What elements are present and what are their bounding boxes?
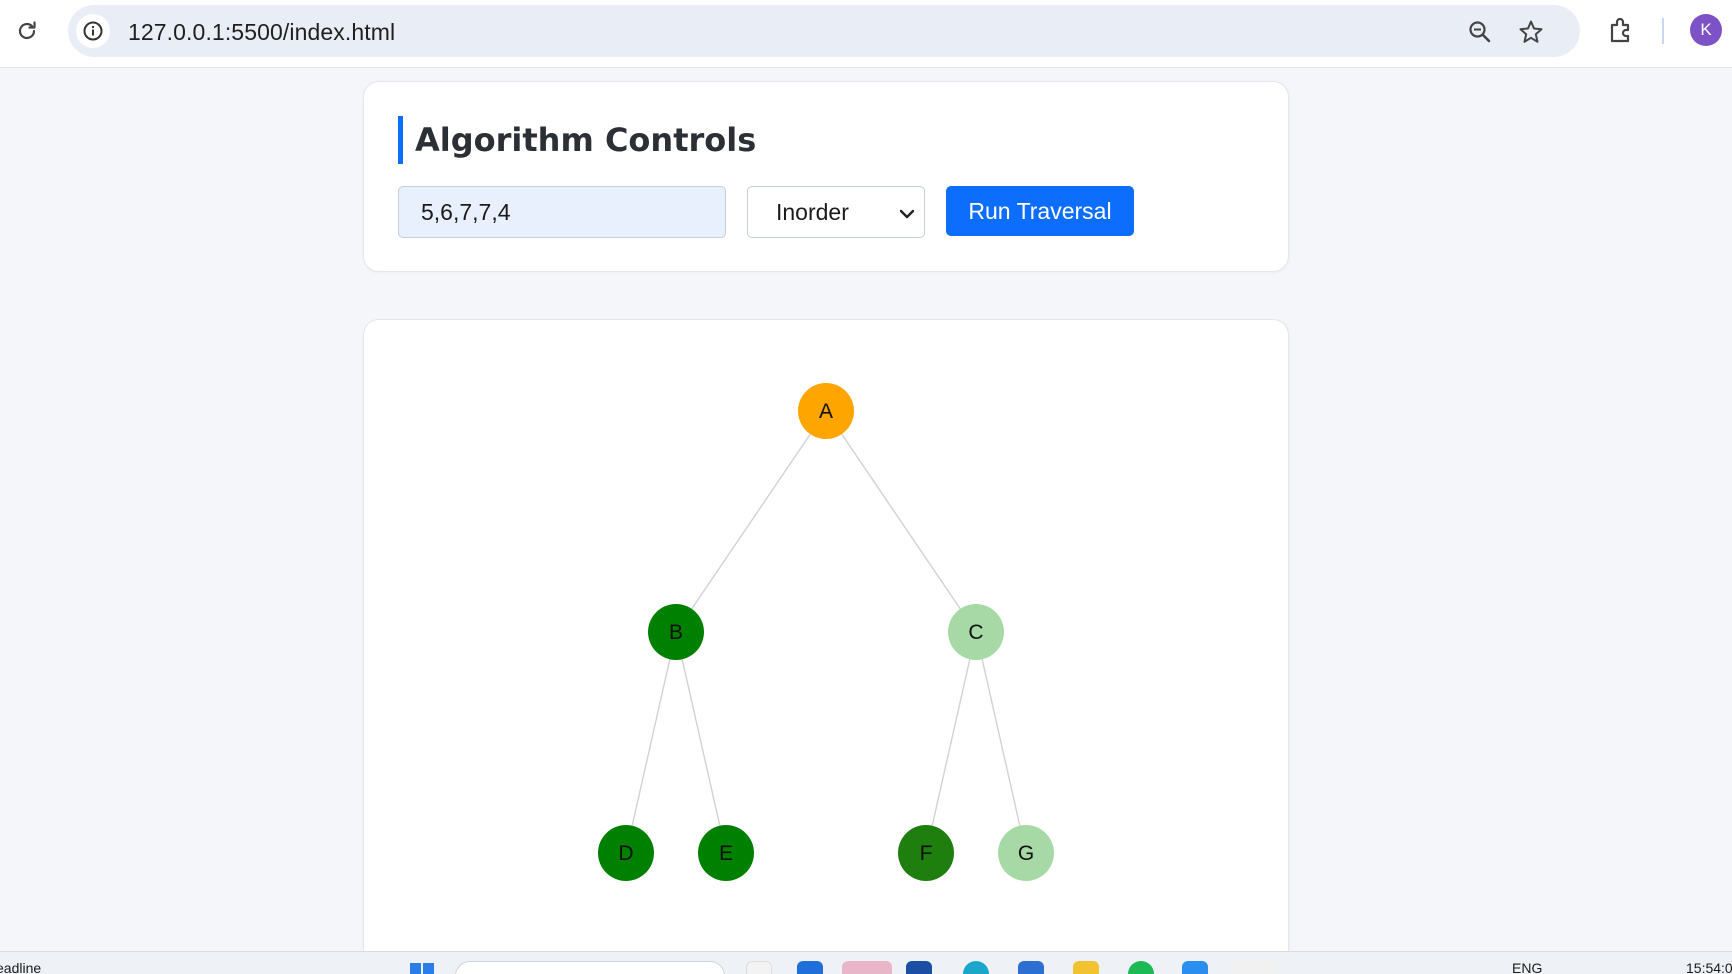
taskbar-edge-icon[interactable] <box>963 961 989 974</box>
tree-node-g[interactable]: G <box>998 825 1054 881</box>
algorithm-controls-card: Algorithm Controls Inorder Run Traversal <box>363 81 1289 272</box>
tree-node-label: D <box>618 842 633 865</box>
taskbar-app-icon[interactable] <box>906 961 932 974</box>
tree-node-label: B <box>669 621 683 644</box>
tree-edge-a-b <box>691 433 811 610</box>
browser-toolbar: 127.0.0.1:5500/index.html K <box>0 0 1732 68</box>
tree-visualization-card: A B C D E F G <box>363 319 1289 974</box>
taskbar-clock[interactable]: 15:54:0 <box>1686 960 1732 974</box>
profile-avatar[interactable]: K <box>1690 14 1722 46</box>
tree-node-label: G <box>1018 842 1034 865</box>
taskbar-chrome-icon[interactable] <box>1230 961 1278 974</box>
url-text[interactable]: 127.0.0.1:5500/index.html <box>128 19 395 46</box>
tree-edge-b-d <box>631 659 671 826</box>
tree-node-a[interactable]: A <box>798 383 854 439</box>
taskbar-folder-icon[interactable] <box>1073 961 1099 974</box>
site-info-icon[interactable] <box>76 14 110 48</box>
binary-tree-canvas: A B C D E F G <box>598 383 1054 881</box>
taskbar-app-icon[interactable] <box>797 961 823 974</box>
tree-edge-b-e <box>681 659 721 826</box>
tree-edge-a-c <box>841 433 961 610</box>
sequence-input[interactable] <box>398 186 726 238</box>
tree-node-d[interactable]: D <box>598 825 654 881</box>
tree-edge-c-f <box>931 659 971 826</box>
windows-start-icon[interactable] <box>408 961 436 974</box>
bookmark-star-icon[interactable] <box>1517 18 1545 46</box>
tree-node-label: C <box>968 621 983 644</box>
taskbar-language[interactable]: ENG <box>1512 960 1542 974</box>
traversal-order-selected: Inorder <box>776 199 849 225</box>
tree-node-label: F <box>920 842 933 865</box>
tree-edge-c-g <box>981 659 1021 826</box>
tree-node-f[interactable]: F <box>898 825 954 881</box>
toolbar-divider <box>1662 18 1664 44</box>
taskbar-app-icon[interactable] <box>1128 961 1154 974</box>
tree-node-b[interactable]: B <box>648 604 704 660</box>
address-bar[interactable]: 127.0.0.1:5500/index.html <box>68 5 1580 57</box>
taskbar-news-widget[interactable]: eadline <box>0 960 41 974</box>
zoom-icon[interactable] <box>1466 18 1494 46</box>
taskbar-store-icon[interactable] <box>1018 961 1044 974</box>
taskbar-app-icon[interactable] <box>746 961 772 974</box>
taskbar-vscode-icon[interactable] <box>1182 961 1208 974</box>
controls-title: Algorithm Controls <box>398 116 756 164</box>
tree-node-label: E <box>719 842 733 865</box>
tree-node-c[interactable]: C <box>948 604 1004 660</box>
taskbar-search-box[interactable] <box>455 961 725 974</box>
chevron-down-icon <box>899 209 915 219</box>
os-taskbar: eadline ENG 15:54:0 <box>0 951 1732 974</box>
tree-node-e[interactable]: E <box>698 825 754 881</box>
extensions-icon[interactable] <box>1606 14 1636 46</box>
traversal-order-select[interactable]: Inorder <box>747 186 925 238</box>
tree-node-label: A <box>819 400 833 423</box>
run-traversal-button[interactable]: Run Traversal <box>946 186 1134 236</box>
reload-icon[interactable] <box>12 16 42 46</box>
taskbar-teams-icon[interactable] <box>842 961 892 974</box>
